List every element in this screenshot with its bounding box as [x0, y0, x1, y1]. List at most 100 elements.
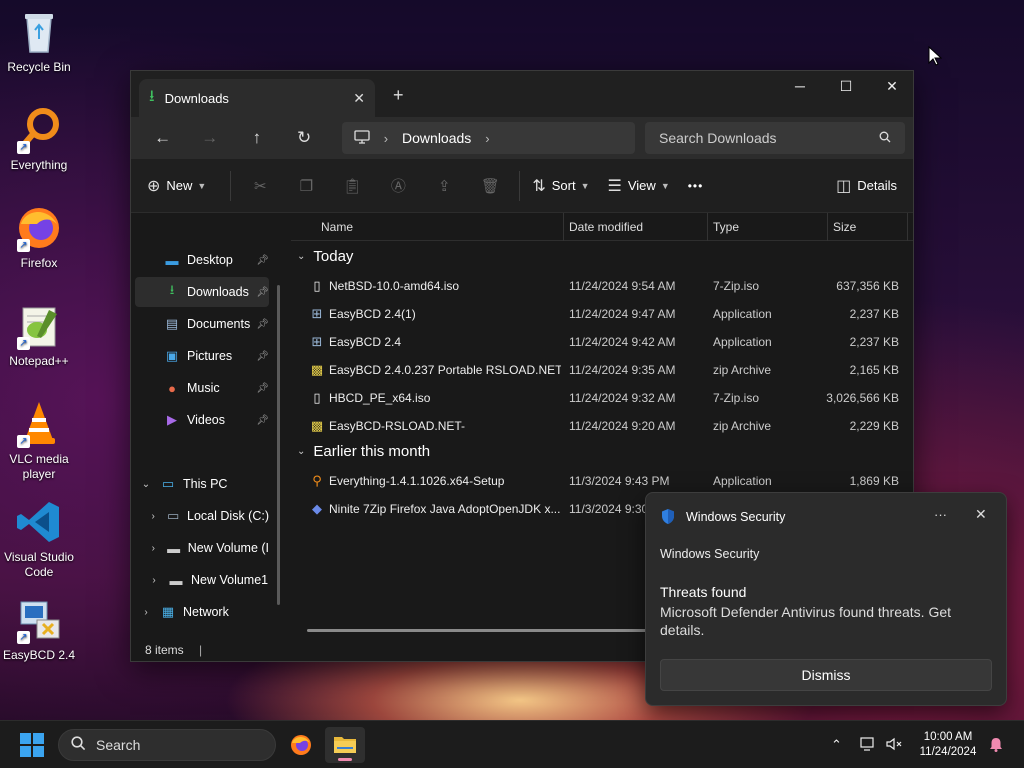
desktop-icon-vscode[interactable]: Visual Studio Code: [2, 498, 76, 580]
horizontal-scrollbar[interactable]: [307, 629, 647, 632]
tab-title: Downloads: [164, 90, 229, 106]
new-button[interactable]: ⊕ New ▼: [147, 176, 206, 196]
file-row[interactable]: ▯ NetBSD-10.0-amd64.iso 11/24/2024 9:54 …: [291, 273, 913, 299]
shortcut-arrow-icon: ↗: [17, 435, 30, 448]
more-options-button[interactable]: •••: [688, 179, 704, 193]
close-notification-icon[interactable]: ✕: [975, 506, 987, 523]
chevron-down-icon: ⌄: [297, 446, 306, 457]
desktop-icon-recycle-bin[interactable]: Recycle Bin: [2, 8, 76, 75]
chevron-right-icon[interactable]: ›: [147, 511, 159, 522]
column-type[interactable]: Type: [713, 220, 739, 234]
notification-source: Windows Security: [660, 547, 760, 561]
refresh-button[interactable]: ↻: [281, 128, 328, 148]
item-count: 8 items: [145, 643, 184, 657]
shortcut-arrow-icon: ↗: [17, 631, 30, 644]
nav-item-network[interactable]: › ▦ Network: [135, 597, 269, 627]
file-row[interactable]: ⚲ Everything-1.4.1.1026.x64-Setup 11/3/2…: [291, 468, 913, 494]
notification-header: Windows Security: [660, 508, 785, 525]
nav-item-documents[interactable]: ▤ Documents 📌︎: [135, 309, 269, 339]
column-divider[interactable]: [827, 213, 828, 241]
nav-item-new-volume1[interactable]: › ▬ New Volume1: [135, 565, 269, 595]
breadcrumb-downloads[interactable]: Downloads: [402, 130, 471, 146]
column-divider[interactable]: [563, 213, 564, 241]
details-pane-button[interactable]: ◫ Details: [836, 176, 897, 196]
security-notification[interactable]: Windows Security ··· ✕ Windows Security …: [645, 492, 1007, 706]
desktop-icon-label: Everything: [10, 158, 68, 172]
file-row[interactable]: ▯ HBCD_PE_x64.iso 11/24/2024 9:32 AM 7-Z…: [291, 385, 913, 411]
chevron-down-icon[interactable]: ⌄: [139, 479, 153, 490]
file-row[interactable]: ⊞ EasyBCD 2.4 11/24/2024 9:42 AM Applica…: [291, 329, 913, 355]
desktop-icon-everything[interactable]: ↗ Everything: [2, 106, 76, 173]
nav-item-pictures[interactable]: ▣ Pictures 📌︎: [135, 341, 269, 371]
chevron-right-icon[interactable]: ›: [485, 131, 489, 146]
column-name[interactable]: Name: [321, 220, 353, 234]
desktop-icon-label: Visual Studio Code: [4, 550, 74, 579]
notification-bell-icon[interactable]: [989, 737, 1003, 755]
monitor-icon: [354, 129, 370, 147]
divider: [230, 170, 232, 201]
nav-item-videos[interactable]: ▶ Videos 📌︎: [135, 405, 269, 435]
search-input[interactable]: Search Downloads: [645, 122, 905, 154]
paste-icon[interactable]: 📋︎: [329, 177, 375, 195]
desktop-icon-easybcd[interactable]: ↗ EasyBCD 2.4: [2, 596, 76, 663]
close-tab-icon[interactable]: ✕: [353, 90, 365, 107]
column-date-modified[interactable]: Date modified: [569, 220, 643, 234]
shield-icon: [662, 509, 674, 524]
address-bar[interactable]: › Downloads ›: [341, 122, 635, 154]
chevron-right-icon[interactable]: ›: [147, 543, 160, 554]
drive-icon: ▭: [167, 508, 180, 523]
back-button[interactable]: ←: [139, 128, 186, 148]
tab-downloads[interactable]: ⭳ Downloads ✕: [139, 79, 375, 117]
up-button[interactable]: ↑: [233, 128, 280, 148]
file-row[interactable]: ▩ EasyBCD-RSLOAD.NET- 11/24/2024 9:20 AM…: [291, 413, 913, 439]
nav-item-downloads[interactable]: ⭳ Downloads 📌︎: [135, 277, 269, 307]
show-hidden-icons-chevron-icon[interactable]: ⌃: [831, 737, 842, 753]
file-row[interactable]: ▩ EasyBCD 2.4.0.237 Portable RSLOAD.NET …: [291, 357, 913, 383]
notepadpp-icon: ↗: [15, 302, 63, 350]
new-tab-button[interactable]: +: [393, 85, 404, 106]
nav-scrollbar[interactable]: [277, 285, 280, 605]
maximize-button[interactable]: ☐: [823, 71, 869, 101]
network-tray-icon[interactable]: [860, 737, 878, 754]
more-options-button[interactable]: ···: [934, 507, 947, 522]
view-button[interactable]: ☰ View ▼: [608, 176, 670, 196]
sort-button[interactable]: ⇅ Sort ▼: [532, 176, 589, 196]
column-divider[interactable]: [707, 213, 708, 241]
taskbar-file-explorer[interactable]: [325, 727, 365, 763]
share-icon[interactable]: ⇪: [421, 177, 467, 195]
group-header-today[interactable]: ⌄ Today: [297, 248, 353, 265]
group-header-earlier-this-month[interactable]: ⌄ Earlier this month: [297, 443, 430, 460]
cut-icon[interactable]: ✂: [237, 177, 283, 195]
column-size[interactable]: Size: [833, 220, 856, 234]
chevron-right-icon[interactable]: ›: [147, 575, 161, 586]
dismiss-button[interactable]: Dismiss: [660, 659, 992, 691]
nav-item-local-disk[interactable]: › ▭ Local Disk (C:): [135, 501, 269, 531]
nav-item-desktop[interactable]: ▬ Desktop 📌︎: [135, 245, 270, 275]
desktop-icon-notepadpp[interactable]: ↗ Notepad++: [2, 302, 76, 369]
file-row[interactable]: ⊞ EasyBCD 2.4(1) 11/24/2024 9:47 AM Appl…: [291, 301, 913, 327]
nav-item-this-pc[interactable]: ⌄ ▭ This PC: [135, 469, 269, 499]
forward-button[interactable]: →: [186, 128, 233, 148]
minimize-button[interactable]: ─: [777, 71, 823, 101]
title-bar: ⭳ Downloads ✕ + ─ ☐ ✕: [131, 71, 913, 117]
close-window-button[interactable]: ✕: [869, 71, 913, 101]
taskbar-search[interactable]: Search: [58, 729, 276, 761]
column-divider[interactable]: [907, 213, 908, 241]
nav-item-music[interactable]: ● Music 📌︎: [135, 373, 269, 403]
drive-icon: ▬: [167, 540, 181, 556]
nav-item-new-volume[interactable]: › ▬ New Volume (I: [135, 533, 269, 563]
system-clock[interactable]: 10:00 AM 11/24/2024: [912, 730, 984, 760]
taskbar-firefox[interactable]: [281, 727, 321, 763]
chevron-right-icon[interactable]: ›: [139, 607, 153, 618]
delete-icon[interactable]: 🗑︎: [467, 177, 513, 195]
start-button[interactable]: [20, 733, 44, 757]
sort-icon: ⇅: [532, 177, 546, 195]
desktop-icon-firefox[interactable]: ↗ Firefox: [2, 204, 76, 271]
volume-muted-icon[interactable]: [886, 737, 902, 754]
desktop-icon-vlc[interactable]: ↗ VLC media player: [2, 400, 76, 482]
pictures-icon: ▣: [165, 348, 179, 363]
rename-icon[interactable]: Ⓐ: [375, 175, 421, 196]
copy-icon[interactable]: ❐: [283, 177, 329, 195]
this-pc-icon: ▭: [161, 476, 175, 491]
zip-archive-icon: ▩: [310, 362, 324, 377]
